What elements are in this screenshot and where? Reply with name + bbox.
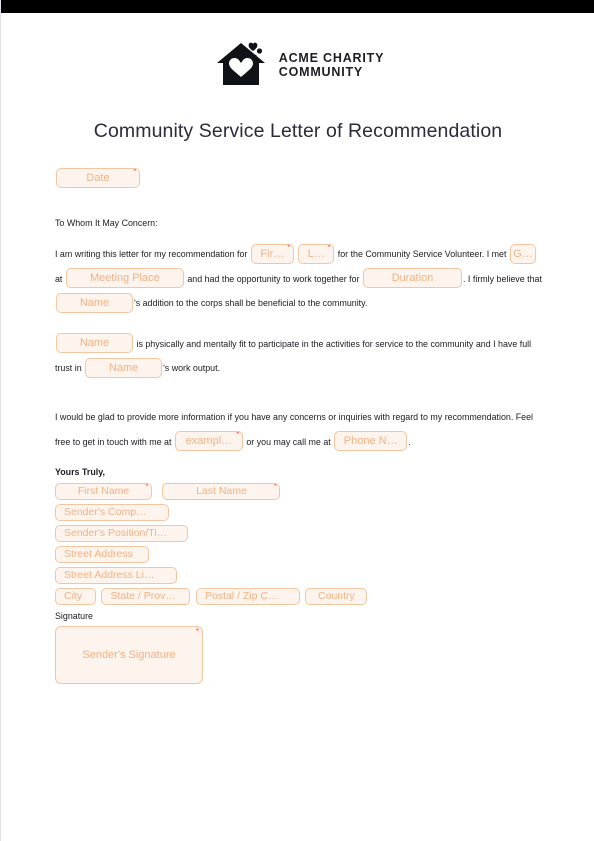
p3-text-d: . bbox=[408, 436, 411, 447]
paragraph-3: I would be glad to provide more informat… bbox=[55, 405, 543, 454]
street-address-input[interactable]: Street Address bbox=[55, 546, 149, 564]
duration-input[interactable]: Duration bbox=[363, 268, 462, 289]
volunteer-name-input-1[interactable]: Name bbox=[56, 292, 133, 313]
p1-text-g: 's addition to the corps shall be benefi… bbox=[134, 298, 368, 309]
brand-line-2: COMMUNITY bbox=[278, 65, 364, 79]
sender-position-input[interactable]: Sender's Position/Ti… bbox=[55, 525, 188, 543]
brand-name: ACME CHARITY COMMUNITY bbox=[279, 51, 384, 79]
p1-text-c: at bbox=[55, 273, 63, 284]
page-content: ACME CHARITY COMMUNITY Community Service… bbox=[1, 13, 594, 685]
page-title: Community Service Letter of Recommendati… bbox=[93, 120, 503, 142]
street-address-line2-input[interactable]: Street Address Li… bbox=[55, 567, 177, 585]
volunteer-first-name-input[interactable]: Fir… bbox=[250, 243, 294, 264]
p2-text-c: 's work output. bbox=[163, 363, 221, 374]
p1-text-f: firmly believe that bbox=[472, 273, 542, 284]
paragraph-1: I am writing this letter for my recommen… bbox=[55, 242, 543, 316]
meeting-place-input[interactable]: Meeting Place bbox=[65, 268, 184, 289]
brand-line-1: ACME CHARITY bbox=[278, 51, 385, 65]
sender-last-name-input[interactable]: Last Name bbox=[162, 483, 281, 501]
signature-label: Signature bbox=[55, 611, 93, 622]
volunteer-name-input-2[interactable]: Name bbox=[56, 333, 133, 354]
letter-body: Date To Whom It May Concern: I am writin… bbox=[1, 168, 594, 685]
volunteer-last-name-input[interactable]: L… bbox=[298, 243, 335, 264]
volunteer-name-input-3[interactable]: Name bbox=[85, 358, 163, 379]
date-input[interactable]: Date bbox=[56, 168, 140, 188]
p3-text-c: or you may call me at bbox=[246, 436, 331, 447]
closing-block: Yours Truly, First Name Last Name Sender… bbox=[55, 467, 543, 685]
p1-text-d: and had the opportunity to work together… bbox=[187, 273, 360, 284]
paragraph-2: Name is physically and mentally fit to p… bbox=[55, 332, 543, 381]
country-input[interactable]: Country bbox=[305, 588, 368, 606]
email-input[interactable]: exampl… bbox=[174, 431, 243, 452]
p1-text-b: for the Community Service Volunteer. I m… bbox=[337, 249, 507, 259]
phone-input[interactable]: Phone N… bbox=[334, 431, 408, 452]
city-state-zip-row: City State / Prov… Postal / Zip C… Count… bbox=[55, 588, 543, 606]
salutation: To Whom It May Concern: bbox=[55, 218, 158, 228]
signature-pad[interactable]: Sender's Signature bbox=[55, 626, 203, 685]
closing-text: Yours Truly, bbox=[55, 467, 105, 478]
date-row: Date bbox=[55, 168, 543, 189]
signature-placeholder: Sender's Signature bbox=[82, 649, 176, 662]
p2-text-a: is physically and mentally fit to partic… bbox=[136, 338, 496, 349]
p3-text-a: I would be glad to provide more informat… bbox=[55, 411, 443, 422]
brand-logo: ACME CHARITY COMMUNITY bbox=[1, 37, 594, 93]
document-page: ACME CHARITY COMMUNITY Community Service… bbox=[0, 0, 594, 841]
city-input[interactable]: City bbox=[55, 588, 96, 606]
house-heart-icon bbox=[212, 37, 270, 93]
top-black-bar bbox=[1, 0, 594, 13]
postal-zip-input[interactable]: Postal / Zip C… bbox=[195, 588, 300, 606]
p1-text-a: I am writing this letter for my recommen… bbox=[55, 249, 248, 259]
state-province-input[interactable]: State / Prov… bbox=[101, 588, 191, 606]
sender-first-name-input[interactable]: First Name bbox=[55, 483, 152, 501]
sender-name-row: First Name Last Name bbox=[55, 483, 543, 501]
gender-input[interactable]: G… bbox=[509, 243, 536, 264]
p1-text-e: . I bbox=[463, 273, 471, 284]
sender-company-input[interactable]: Sender's Comp… bbox=[55, 504, 169, 522]
